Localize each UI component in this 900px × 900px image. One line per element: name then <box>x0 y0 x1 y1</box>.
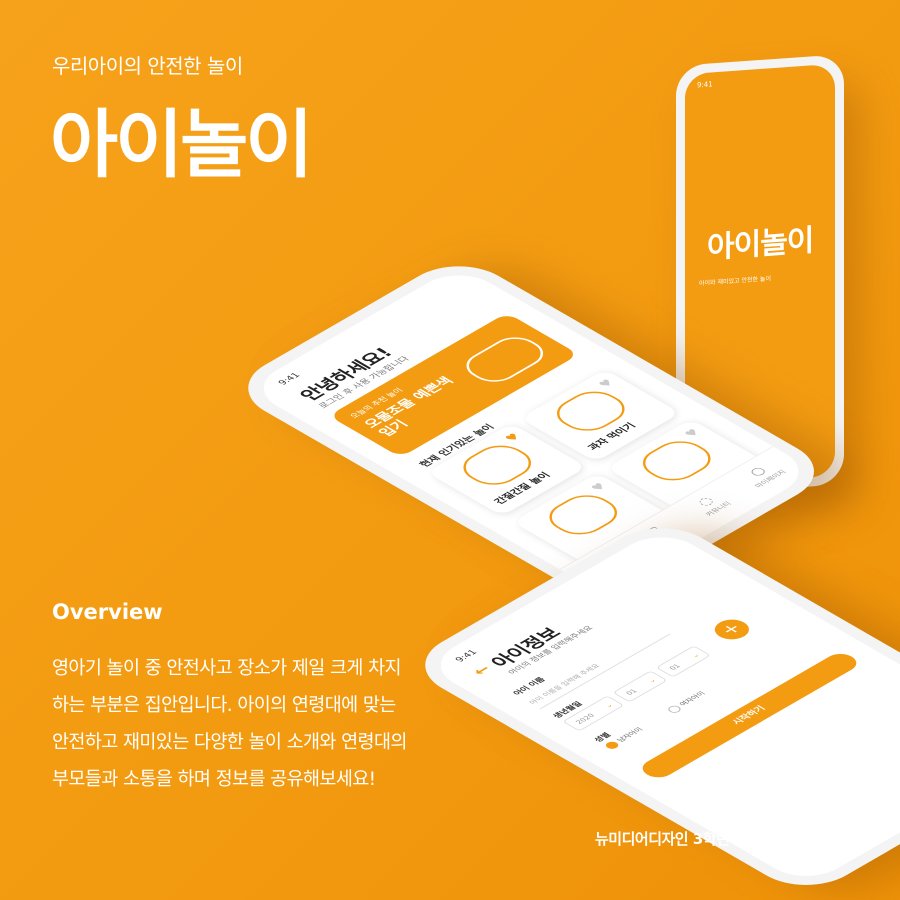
month-select[interactable]: 01 ⌄ <box>612 670 668 703</box>
gender-option-label: 남자아이 <box>615 726 645 744</box>
hero-subtitle: 우리아이의 안전한 놀이 <box>52 54 243 78</box>
plus-icon: + <box>715 620 748 639</box>
chevron-down-icon: ⌄ <box>689 651 702 659</box>
year-value: 2020 <box>574 712 597 726</box>
splash-logo: 아이놀이 <box>707 223 814 266</box>
chevron-down-icon: ⌄ <box>646 676 659 684</box>
bear-illustration-icon <box>631 434 722 487</box>
add-photo-button[interactable]: + <box>707 615 757 644</box>
designer-credit: 뉴미디어디자인 3학년 공석희 <box>595 830 774 848</box>
doll-illustration-icon <box>538 488 629 541</box>
status-time: 9:41 <box>697 80 713 90</box>
month-value: 01 <box>624 687 640 697</box>
overview-heading: Overview <box>52 600 163 624</box>
heart-icon[interactable]: ♥ <box>502 431 523 443</box>
radio-icon <box>603 740 621 751</box>
overview-body: 영아기 놀이 중 안전사고 장소가 제일 크게 차지 하는 부분은 집안입니다.… <box>52 658 407 790</box>
radio-icon <box>665 704 684 715</box>
day-select[interactable]: 01 ⌄ <box>655 645 712 678</box>
splash-tagline: 아이와 재미있고 안전한 놀이 <box>699 275 771 288</box>
heart-icon[interactable]: ♥ <box>588 481 609 493</box>
day-value: 01 <box>667 662 683 672</box>
gender-option-girl[interactable]: 여자아이 <box>665 690 708 715</box>
heart-icon[interactable]: ♥ <box>595 377 616 389</box>
chevron-down-icon: ⌄ <box>602 701 615 709</box>
hero-title: 아이놀이 <box>50 102 313 188</box>
heart-icon[interactable]: ♥ <box>681 427 702 439</box>
status-time: 9:41 <box>276 371 303 387</box>
gender-option-label: 여자아이 <box>677 690 708 708</box>
